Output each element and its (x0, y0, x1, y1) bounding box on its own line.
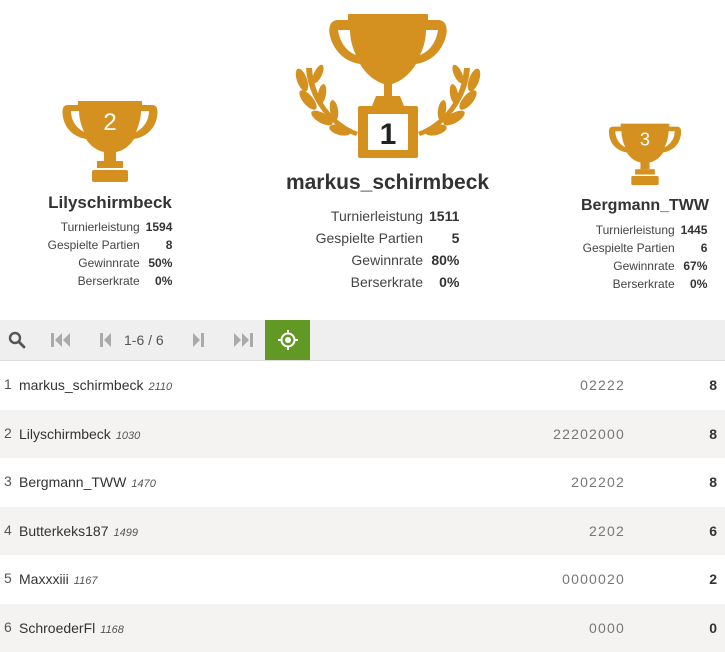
player-link[interactable]: Lilyschirmbeck 1030 (19, 426, 140, 442)
player-name: Butterkeks187 (19, 523, 109, 539)
table-row[interactable]: 6 SchroederFl 1168 0000 0 (0, 604, 725, 652)
total-score: 8 (709, 377, 717, 393)
stat-value: 0% (429, 271, 459, 293)
table-row[interactable]: 4 Butterkeks187 1499 2202 6 (0, 507, 725, 556)
score-sheet: 02222 (580, 377, 625, 393)
trophy-rank-label: 1 (379, 118, 396, 151)
last-page-icon (233, 333, 253, 347)
player-rating: 1499 (114, 527, 138, 539)
player-link[interactable]: Butterkeks187 1499 (19, 523, 138, 539)
player-stats: Turnierleistung1594 Gespielte Partien8 G… (48, 218, 173, 290)
player-name[interactable]: Bergmann_TWW (565, 197, 725, 215)
stat-value: 80% (429, 249, 459, 271)
stat-label: Gewinnrate (316, 249, 429, 271)
score-sheet: 22202000 (553, 426, 625, 442)
row-rank: 4 (4, 522, 12, 538)
player-name: Lilyschirmbeck (19, 426, 111, 442)
stat-label: Gespielte Partien (48, 236, 146, 254)
page-status: 1-6 / 6 (124, 320, 164, 360)
player-name: Maxxxiii (19, 571, 69, 587)
player-rating: 1167 (74, 575, 98, 587)
podium-second-place: 2 Lilyschirmbeck Turnierleistung1594 Ges… (0, 95, 220, 290)
search-icon (8, 331, 26, 349)
total-score: 2 (709, 571, 717, 587)
search-button[interactable] (0, 320, 34, 360)
stat-value: 6 (681, 239, 708, 257)
player-rating: 1168 (100, 624, 124, 636)
stat-label: Gewinnrate (48, 254, 146, 272)
standings-table: 1 markus_schirmbeck 2110 02222 8 2 Lilysc… (0, 361, 725, 652)
table-row[interactable]: 5 Maxxxiii 1167 0000020 2 (0, 555, 725, 604)
total-score: 0 (709, 620, 717, 636)
table-row[interactable]: 3 Bergmann_TWW 1470 202202 8 (0, 458, 725, 507)
stat-value: 67% (681, 257, 708, 275)
trophy-icon: 3 (607, 118, 683, 190)
row-rank: 5 (4, 570, 12, 586)
player-rating: 1470 (131, 478, 155, 490)
target-icon (278, 330, 298, 350)
table-row[interactable]: 2 Lilyschirmbeck 1030 22202000 8 (0, 410, 725, 459)
stat-label: Turnierleistung (48, 218, 146, 236)
score-sheet: 0000 (589, 620, 625, 636)
stat-label: Berserkrate (583, 275, 681, 293)
player-rating: 2110 (148, 381, 172, 393)
prev-page-icon (100, 333, 112, 347)
stat-value: 5 (429, 227, 459, 249)
stat-label: Gespielte Partien (316, 227, 429, 249)
next-page-icon (192, 333, 204, 347)
player-stats: Turnierleistung1445 Gespielte Partien6 G… (583, 221, 708, 293)
prev-page-button[interactable] (89, 320, 123, 360)
player-link[interactable]: Bergmann_TWW 1470 (19, 474, 156, 490)
player-name: Bergmann_TWW (19, 474, 126, 490)
podium: 2 Lilyschirmbeck Turnierleistung1594 Ges… (0, 0, 725, 318)
stat-value: 1445 (681, 221, 708, 239)
player-name: markus_schirmbeck (19, 377, 143, 393)
row-rank: 3 (4, 473, 12, 489)
stat-label: Turnierleistung (316, 205, 429, 227)
player-name[interactable]: Lilyschirmbeck (0, 193, 220, 213)
player-stats: Turnierleistung1511 Gespielte Partien5 G… (316, 205, 460, 293)
stat-value: 0% (146, 272, 173, 290)
row-rank: 6 (4, 619, 12, 635)
pager-toolbar: 1-6 / 6 (0, 320, 725, 361)
stat-value: 50% (146, 254, 173, 272)
trophy-rank-label: 2 (103, 109, 116, 136)
trophy-laurel-icon: 1 (288, 8, 488, 163)
stat-label: Berserkrate (48, 272, 146, 290)
stat-label: Gewinnrate (583, 257, 681, 275)
player-name: SchroederFl (19, 620, 95, 636)
stat-label: Turnierleistung (583, 221, 681, 239)
stat-label: Gespielte Partien (583, 239, 681, 257)
stat-label: Berserkrate (316, 271, 429, 293)
score-sheet: 2202 (589, 523, 625, 539)
stat-value: 1594 (146, 218, 173, 236)
total-score: 8 (709, 474, 717, 490)
player-link[interactable]: Maxxxiii 1167 (19, 571, 97, 587)
first-page-button[interactable] (44, 320, 78, 360)
stat-value: 0% (681, 275, 708, 293)
score-sheet: 202202 (571, 474, 625, 490)
row-rank: 2 (4, 425, 12, 441)
player-rating: 1030 (116, 430, 140, 442)
stat-value: 8 (146, 236, 173, 254)
player-name[interactable]: markus_schirmbeck (255, 171, 520, 195)
stat-value: 1511 (429, 205, 459, 227)
jump-to-me-button[interactable] (265, 320, 310, 360)
first-page-icon (51, 333, 71, 347)
podium-third-place: 3 Bergmann_TWW Turnierleistung1445 Gespi… (565, 118, 725, 293)
podium-first-place: 1 markus_schirmbeck Turnierleistung1511 … (255, 8, 520, 293)
player-link[interactable]: SchroederFl 1168 (19, 620, 124, 636)
last-page-button[interactable] (226, 320, 260, 360)
row-rank: 1 (4, 376, 12, 392)
trophy-icon: 2 (60, 95, 160, 187)
trophy-rank-label: 3 (640, 129, 650, 150)
total-score: 8 (709, 426, 717, 442)
total-score: 6 (709, 523, 717, 539)
table-row[interactable]: 1 markus_schirmbeck 2110 02222 8 (0, 361, 725, 410)
next-page-button[interactable] (181, 320, 215, 360)
player-link[interactable]: markus_schirmbeck 2110 (19, 377, 172, 393)
score-sheet: 0000020 (562, 571, 625, 587)
